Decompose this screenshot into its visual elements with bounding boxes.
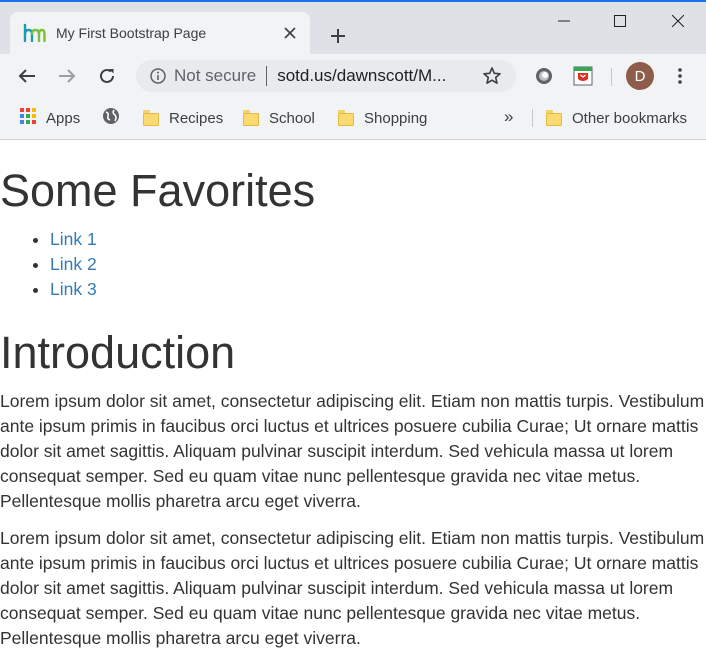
- bookmark-other[interactable]: Other bookmarks: [546, 106, 687, 130]
- close-tab-icon[interactable]: [278, 21, 302, 45]
- bookmarks-overflow-button[interactable]: »: [504, 107, 513, 127]
- close-window-icon[interactable]: [650, 4, 706, 38]
- list-item: Link 3: [50, 277, 97, 302]
- bookmark-apps[interactable]: Apps: [20, 106, 80, 130]
- tab-strip: My First Bootstrap Page: [0, 2, 706, 54]
- tab-title: My First Bootstrap Page: [56, 25, 207, 41]
- bookmark-label: Recipes: [169, 109, 224, 127]
- folder-icon: [143, 110, 159, 126]
- apps-grid-icon: [20, 107, 36, 129]
- bookmark-recipes[interactable]: Recipes: [143, 106, 223, 130]
- bookmark-label: Apps: [46, 109, 81, 127]
- globe-icon: [102, 107, 120, 130]
- link-3[interactable]: Link 3: [50, 279, 97, 299]
- toolbar-divider: [611, 68, 612, 86]
- bookmark-label: Other bookmarks: [572, 109, 688, 127]
- profile-avatar[interactable]: D: [626, 62, 654, 90]
- minimize-icon[interactable]: [536, 4, 592, 38]
- reload-icon[interactable]: [92, 61, 122, 91]
- navigation-toolbar: Not secure sotd.us/dawnscott/M... D: [0, 54, 706, 98]
- page-content: Some Favorites Link 1 Link 2 Link 3 Intr…: [0, 140, 706, 666]
- bookmarks-bar: Apps Recipes School Shopping » Other boo…: [0, 98, 706, 140]
- maximize-icon[interactable]: [592, 4, 648, 38]
- paragraph: Lorem ipsum dolor sit amet, consectetur …: [0, 528, 705, 648]
- link-2[interactable]: Link 2: [50, 254, 97, 274]
- page-heading-introduction: Introduction: [0, 327, 236, 378]
- new-tab-icon[interactable]: [324, 22, 352, 50]
- more-menu-icon[interactable]: [668, 64, 692, 88]
- folder-icon: [243, 110, 259, 126]
- forward-arrow-icon[interactable]: [52, 61, 82, 91]
- bookmarks-divider: [532, 109, 533, 127]
- page-heading-favorites: Some Favorites: [0, 165, 316, 216]
- extension-shield-icon[interactable]: [571, 64, 595, 88]
- bookmark-label: School: [269, 109, 315, 127]
- bookmark-shopping[interactable]: Shopping: [338, 106, 427, 130]
- security-status: Not secure: [174, 66, 257, 85]
- address-divider: [266, 66, 268, 86]
- list-item: Link 1: [50, 227, 97, 252]
- folder-icon: [338, 110, 354, 126]
- info-icon[interactable]: [148, 66, 168, 86]
- bookmark-globe[interactable]: [102, 106, 120, 130]
- back-arrow-icon[interactable]: [12, 61, 42, 91]
- folder-icon: [546, 110, 562, 126]
- list-item: Link 2: [50, 252, 97, 277]
- bookmark-star-icon[interactable]: [480, 64, 504, 88]
- browser-chrome: My First Bootstrap Page Not secure sotd.…: [0, 0, 706, 140]
- extension-circle-icon[interactable]: [532, 64, 556, 88]
- url-text[interactable]: sotd.us/dawnscott/M...: [277, 66, 480, 86]
- link-1[interactable]: Link 1: [50, 229, 97, 249]
- paragraph: Lorem ipsum dolor sit amet, consectetur …: [0, 391, 705, 511]
- site-favicon-icon: [22, 21, 46, 45]
- bookmark-label: Shopping: [364, 109, 428, 127]
- tab-active[interactable]: My First Bootstrap Page: [10, 12, 310, 54]
- favorites-list: Link 1 Link 2 Link 3: [0, 227, 97, 302]
- address-bar[interactable]: Not secure sotd.us/dawnscott/M...: [136, 60, 516, 92]
- bookmark-school[interactable]: School: [243, 106, 315, 130]
